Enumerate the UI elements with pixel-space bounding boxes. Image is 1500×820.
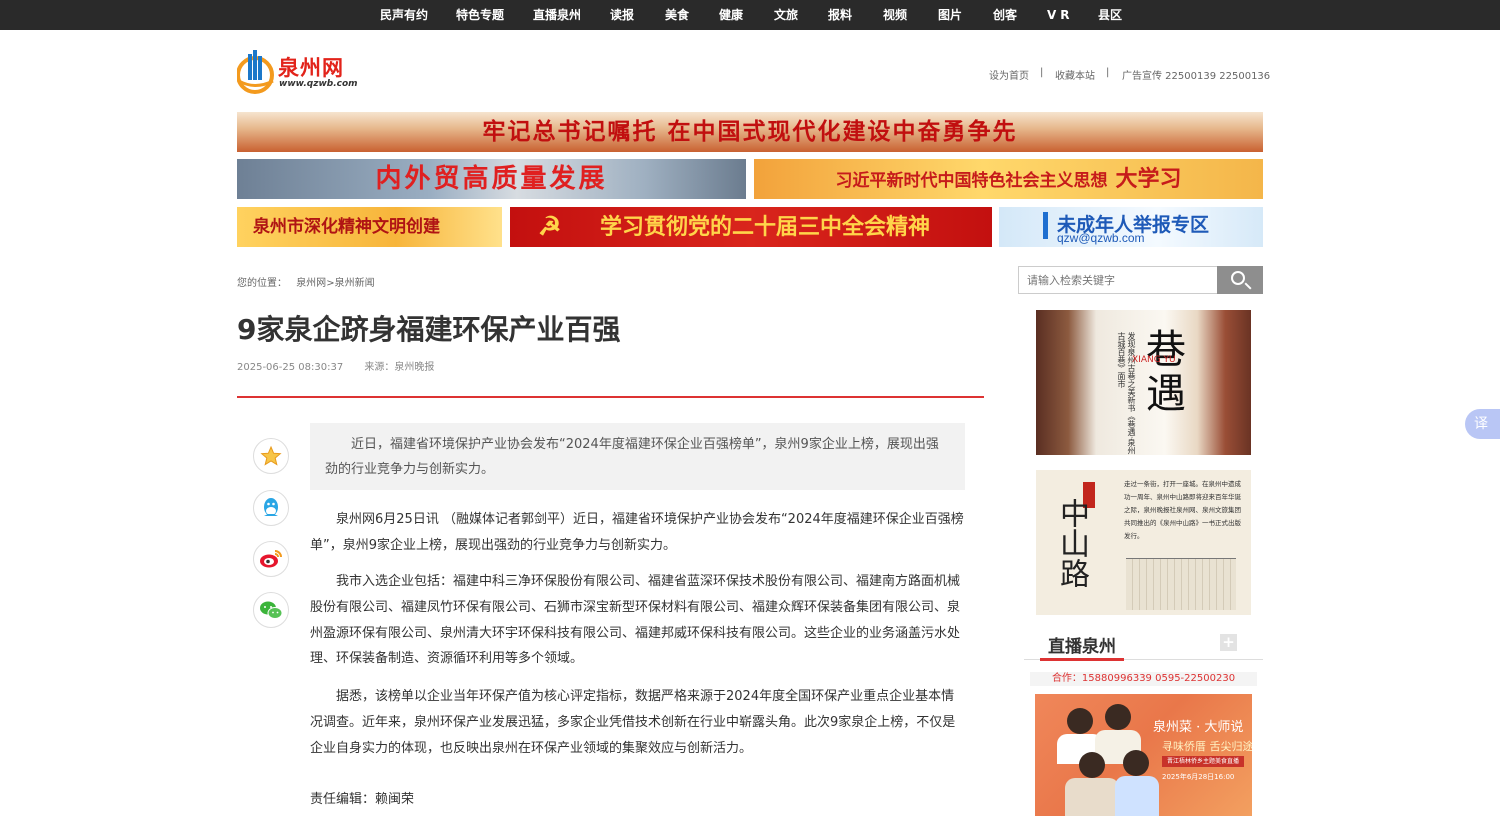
banner-minor-report[interactable]: 未成年人举报专区 qzw@qzwb.com [999, 207, 1263, 247]
more-icon[interactable]: + [1220, 634, 1237, 651]
search-input[interactable] [1018, 266, 1218, 294]
banner-third-plenum[interactable]: ☭ 学习贯彻党的二十届三中全会精神 [510, 207, 992, 247]
ad-book-xiangyu-title: 巷遇 [1146, 327, 1186, 417]
search-button[interactable] [1217, 266, 1263, 294]
banner-civilization[interactable]: 泉州市深化精神文明创建 [237, 207, 502, 247]
ad-live-food-subtitle: 寻味侨厝 舌尖归途 [1162, 740, 1252, 753]
translate-button[interactable]: 译 [1465, 409, 1500, 439]
logo-name: 泉州网 [278, 55, 344, 80]
breadcrumb-prefix: 您的位置： [237, 278, 287, 289]
article-title: 9家泉企跻身福建环保产业百强 [237, 313, 621, 346]
ad-book-zhongshan-text: 走过一条街，打开一座城。在泉州中遗成功一周年、泉州中山路即将迎来百年华诞之际，泉… [1124, 480, 1241, 540]
host-avatar [1105, 704, 1131, 730]
host-avatar [1067, 708, 1093, 734]
hammer-sickle-icon: ☭ [538, 212, 562, 242]
ad-live-food-time: 2025年6月28日16:00 [1162, 773, 1235, 781]
breadcrumb-home[interactable]: 泉州网 [296, 278, 326, 289]
banner-entrust[interactable]: 牢记总书记嘱托 在中国式现代化建设中奋勇争先 [237, 112, 1263, 152]
ad-book-zhongshan-road[interactable]: 中山路 走过一条街，打开一座城。在泉州中遗成功一周年、泉州中山路即将迎来百年华诞… [1036, 470, 1251, 615]
nav-item-food[interactable]: 美食 [665, 0, 689, 30]
weibo-icon[interactable] [253, 541, 289, 577]
article-source: 来源：泉州晚报 [364, 362, 435, 373]
top-navigation: 民声有约 特色专题 直播泉州 读报 美食 健康 文旅 报料 视频 图片 创客 V… [0, 0, 1500, 30]
host-avatar [1123, 750, 1149, 776]
nav-item-counties[interactable]: 县区 [1098, 0, 1122, 30]
ad-live-food-title: 泉州菜 · 大师说 [1153, 720, 1244, 735]
ad-live-food-topic: 晋江梧林侨乡主题美食直播 [1162, 756, 1244, 767]
host-avatar [1079, 752, 1105, 778]
banner-study-thought-text: 习近平新时代中国特色社会主义思想 [835, 171, 1108, 191]
live-section-title[interactable]: 直播泉州 [1048, 632, 1116, 657]
nav-item-maker[interactable]: 创客 [993, 0, 1017, 30]
nav-item-special[interactable]: 特色专题 [456, 0, 504, 30]
banner-trade[interactable]: 内外贸高质量发展 [237, 159, 746, 199]
section-accent [1040, 658, 1124, 661]
article-editor: 责任编辑：赖闽荣 [310, 792, 415, 807]
article-paragraph: 我市入选企业包括：福建中科三净环保股份有限公司、福建省蓝深环保技术股份有限公司、… [310, 574, 961, 667]
ad-live-food[interactable]: 泉州菜 · 大师说 寻味侨厝 舌尖归途 晋江梧林侨乡主题美食直播 2025年6月… [1035, 694, 1252, 816]
header-separator: | [1106, 67, 1110, 78]
set-homepage-link[interactable]: 设为首页 [989, 67, 1029, 82]
building-illustration [1126, 558, 1236, 610]
ad-book-xiangyu[interactable]: 发现泉州古巷之美新书《巷遇·泉州古城百巷》面市 巷遇 XIANG YU [1036, 310, 1251, 455]
nav-item-pictures[interactable]: 图片 [938, 0, 962, 30]
article-paragraph: 据悉，该榜单以企业当年环保产值为核心评定指标，数据严格来源于2024年度全国环保… [310, 689, 956, 756]
banner-accent-bar [1043, 212, 1048, 239]
title-divider [237, 396, 984, 398]
nav-item-health[interactable]: 健康 [719, 0, 743, 30]
ad-book-xiangyu-desc: 发现泉州古巷之美新书《巷遇·泉州古城百巷》面市 [1117, 332, 1136, 455]
nav-item-vr[interactable]: VR [1047, 0, 1074, 30]
header-separator: | [1040, 67, 1044, 78]
banner-study-thought[interactable]: 习近平新时代中国特色社会主义思想 大学习 [754, 159, 1263, 199]
article-datetime: 2025-06-25 08:30:37 [237, 362, 344, 373]
logo-url: www.qzwb.com [279, 79, 358, 89]
article-summary: 近日，福建省环境保护产业协会发布“2024年度福建环保企业百强榜单”，泉州9家企… [310, 423, 965, 490]
favorite-icon[interactable] [253, 438, 289, 474]
search-icon [1231, 271, 1245, 285]
article-meta: 2025-06-25 08:30:37 来源：泉州晚报 [237, 358, 452, 373]
banner-minor-report-email: qzw@qzwb.com [1057, 231, 1145, 245]
cooperation-contact: 合作：15880996339 0595-22500230 [1030, 672, 1257, 686]
nav-item-tipoff[interactable]: 报料 [828, 0, 852, 30]
ad-book-xiangyu-latin: XIANG YU [1132, 355, 1176, 365]
logo-emblem-icon [236, 50, 274, 94]
breadcrumb-section[interactable]: 泉州新闻 [335, 278, 375, 289]
qq-icon[interactable] [253, 490, 289, 526]
nav-item-minsheng[interactable]: 民声有约 [380, 0, 428, 30]
ad-contact-link[interactable]: 广告宣传 22500139 22500136 [1122, 67, 1270, 82]
site-logo[interactable]: 泉州网 www.qzwb.com [236, 48, 358, 94]
banner-third-plenum-text: 学习贯彻党的二十届三中全会精神 [600, 214, 931, 240]
nav-item-live[interactable]: 直播泉州 [533, 0, 581, 30]
ad-book-zhongshan-title: 中山路 [1054, 498, 1089, 588]
bookmark-link[interactable]: 收藏本站 [1055, 67, 1095, 82]
nav-item-culture-travel[interactable]: 文旅 [774, 0, 798, 30]
banner-study-thought-big: 大学习 [1115, 166, 1182, 192]
article-paragraph: 泉州网6月25日讯 （融媒体记者郭剑平）近日，福建省环境保护产业协会发布“202… [310, 512, 964, 553]
wechat-icon[interactable] [253, 592, 289, 628]
breadcrumb-sep: > [326, 278, 335, 289]
breadcrumb: 您的位置： 泉州网>泉州新闻 [237, 274, 375, 289]
nav-item-video[interactable]: 视频 [883, 0, 907, 30]
nav-item-newspaper[interactable]: 读报 [610, 0, 634, 30]
